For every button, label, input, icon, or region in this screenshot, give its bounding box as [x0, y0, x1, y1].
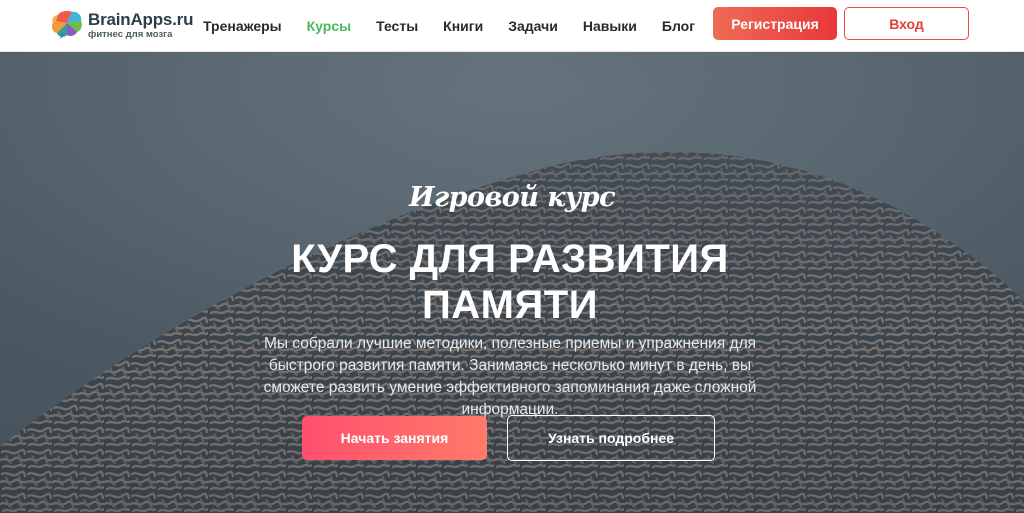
login-button[interactable]: Вход [844, 7, 969, 40]
main-nav: Тренажеры Курсы Тесты Книги Задачи Навык… [203, 0, 720, 52]
brain-logo-icon [52, 11, 82, 39]
hero-description: Мы собрали лучшие методики, полезные при… [263, 335, 757, 418]
nav-skills[interactable]: Навыки [583, 18, 637, 34]
nav-courses[interactable]: Курсы [307, 18, 351, 34]
logo-tagline: фитнес для мозга [88, 28, 173, 40]
logo-name: BrainApps.ru [88, 9, 194, 29]
nav-books[interactable]: Книги [443, 18, 483, 34]
hero-title: КУРС ДЛЯ РАЗВИТИЯ ПАМЯТИ [291, 237, 729, 327]
nav-tests[interactable]: Тесты [376, 18, 418, 34]
nav-blog[interactable]: Блог [662, 18, 695, 34]
start-lessons-button[interactable]: Начать занятия [302, 416, 487, 460]
hero-subtitle: Игровой курс [408, 182, 616, 213]
learn-more-button[interactable]: Узнать подробнее [507, 415, 715, 461]
nav-tasks[interactable]: Задачи [508, 18, 558, 34]
register-button[interactable]: Регистрация [713, 7, 837, 40]
hero-section: Игровой курс КУРС ДЛЯ РАЗВИТИЯ ПАМЯТИ Мы… [0, 52, 1024, 513]
site-header: BrainApps.ru фитнес для мозга Тренажеры … [0, 0, 1024, 52]
logo[interactable]: BrainApps.ru фитнес для мозга [50, 9, 193, 41]
nav-trainers[interactable]: Тренажеры [203, 18, 282, 34]
